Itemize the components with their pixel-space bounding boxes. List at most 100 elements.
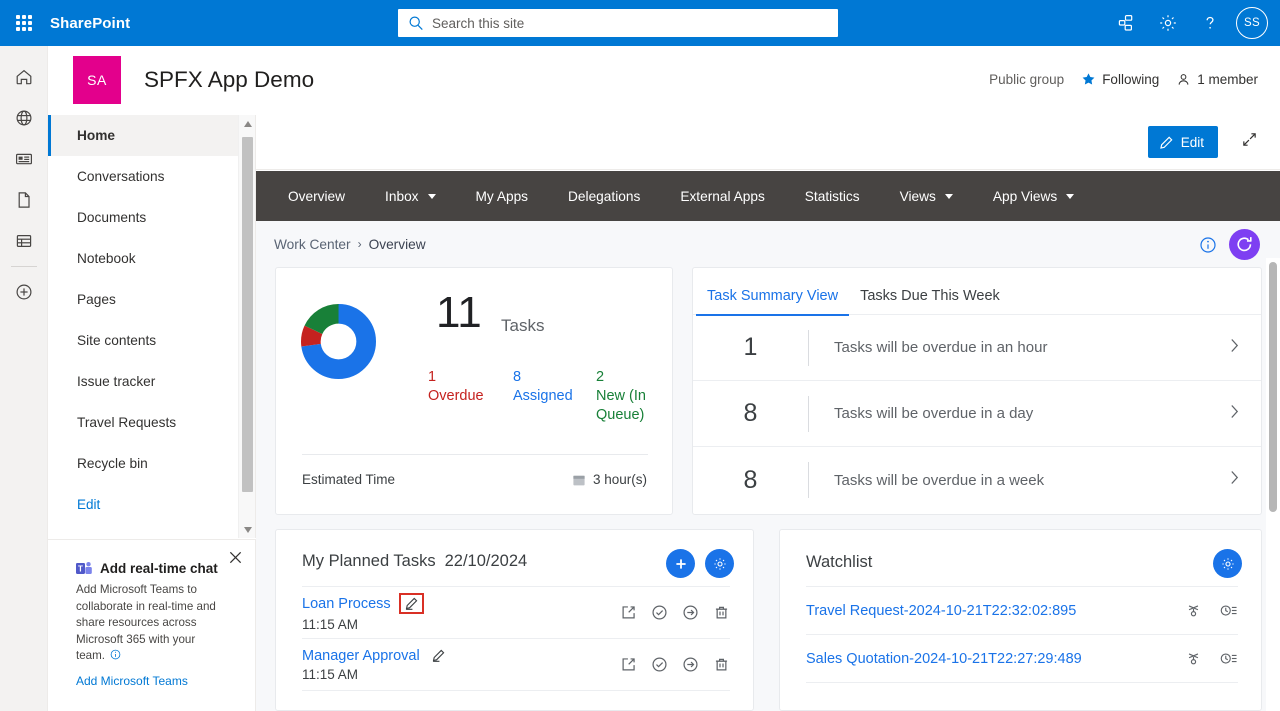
estimated-time-value-row: 3 hour(s) [572, 472, 647, 487]
page-scrollbar[interactable] [1266, 258, 1280, 711]
globe-icon[interactable] [0, 97, 48, 138]
tab-views[interactable]: Views [880, 171, 973, 221]
sidebar-item-site-contents[interactable]: Site contents [48, 320, 255, 361]
sidebar-item-conversations[interactable]: Conversations [48, 156, 255, 197]
history-icon[interactable] [1220, 602, 1238, 619]
forward-circle-icon[interactable] [682, 604, 699, 621]
open-in-new-icon[interactable] [620, 656, 637, 673]
summary-text: Tasks will be overdue in a week [834, 471, 1045, 489]
summary-count: 8 [743, 465, 758, 494]
gear-icon[interactable] [1148, 0, 1188, 46]
edit-button[interactable]: Edit [1147, 126, 1218, 158]
tab-delegations[interactable]: Delegations [548, 171, 660, 221]
close-icon[interactable] [228, 550, 243, 570]
sidebar-item-pages[interactable]: Pages [48, 279, 255, 320]
tab-external-apps[interactable]: External Apps [660, 171, 784, 221]
summary-row-hour[interactable]: 1 Tasks will be overdue in an hour [693, 315, 1261, 381]
sidebar-item-documents[interactable]: Documents [48, 197, 255, 238]
pencil-icon [432, 649, 445, 662]
breadcrumb-root[interactable]: Work Center [274, 237, 351, 252]
following-button[interactable]: Following [1081, 72, 1159, 87]
trash-icon[interactable] [713, 604, 730, 621]
sidebar-item-notebook[interactable]: Notebook [48, 238, 255, 279]
add-task-button[interactable] [666, 549, 695, 578]
edit-button-label: Edit [1180, 134, 1204, 150]
page-scroll-thumb[interactable] [1269, 262, 1277, 512]
check-circle-icon[interactable] [651, 604, 668, 621]
site-navigation: Home Conversations Documents Notebook Pa… [48, 115, 256, 538]
news-icon[interactable] [0, 138, 48, 179]
sidebar-item-home[interactable]: Home [48, 115, 255, 156]
summary-row-week[interactable]: 8 Tasks will be overdue in a week [693, 447, 1261, 513]
sidebar-item-recycle-bin[interactable]: Recycle bin [48, 443, 255, 484]
tab-overview[interactable]: Overview [268, 171, 365, 221]
tab-inbox[interactable]: Inbox [365, 171, 455, 221]
tab-task-summary-view[interactable]: Task Summary View [696, 277, 850, 316]
help-icon[interactable] [1190, 0, 1230, 46]
tab-tasks-due-this-week[interactable]: Tasks Due This Week [849, 277, 1011, 315]
chevron-right-icon[interactable] [1230, 338, 1261, 358]
task-edit-icon[interactable] [431, 648, 446, 663]
watchlist-card: Watchlist Travel Request-2024-10-21T22:3… [779, 529, 1262, 711]
nav-edit-link[interactable]: Edit [48, 484, 255, 524]
summary-count: 1 [743, 333, 758, 361]
summary-row-day[interactable]: 8 Tasks will be overdue in a day [693, 381, 1261, 447]
document-icon[interactable] [0, 179, 48, 220]
check-circle-icon[interactable] [651, 656, 668, 673]
watchlist-actions [1185, 602, 1238, 619]
expand-icon[interactable] [1241, 131, 1258, 153]
tab-app-views[interactable]: App Views [973, 171, 1094, 221]
plus-icon[interactable] [0, 271, 48, 312]
task-name-link[interactable]: Manager Approval [302, 648, 420, 664]
stat-assigned[interactable]: 8 Assigned [513, 368, 583, 406]
nav-scrollbar[interactable] [238, 115, 255, 538]
task-donut-chart [301, 304, 376, 379]
tab-my-apps[interactable]: My Apps [456, 171, 549, 221]
chevron-down-icon [1066, 193, 1075, 199]
stat-new-in-queue[interactable]: 2 New (In Queue) [596, 368, 654, 425]
workflow-icon[interactable] [1185, 650, 1202, 667]
sharepoint-brand[interactable]: SharePoint [50, 15, 130, 32]
task-edit-icon[interactable] [398, 593, 424, 614]
stat-overdue[interactable]: 1 Overdue [428, 368, 488, 406]
forward-circle-icon[interactable] [682, 656, 699, 673]
scroll-up-icon[interactable] [239, 115, 256, 132]
watchlist-item-link[interactable]: Sales Quotation-2024-10-21T22:27:29:489 [806, 651, 1082, 667]
refresh-icon[interactable] [1229, 229, 1260, 260]
nav-scroll-thumb[interactable] [242, 137, 253, 492]
sidebar-item-travel-requests[interactable]: Travel Requests [48, 402, 255, 443]
chevron-down-icon [427, 193, 436, 199]
tab-label: Views [899, 188, 936, 204]
list-icon[interactable] [0, 220, 48, 261]
diagram-icon[interactable] [1106, 0, 1146, 46]
tab-statistics[interactable]: Statistics [785, 171, 880, 221]
sidebar-item-issue-tracker[interactable]: Issue tracker [48, 361, 255, 402]
chevron-right-icon[interactable] [1230, 470, 1261, 490]
search-input[interactable] [432, 15, 828, 31]
info-circle-icon[interactable] [1199, 236, 1217, 254]
avatar[interactable]: SS [1236, 7, 1268, 39]
chevron-right-icon[interactable] [1230, 404, 1261, 424]
info-icon[interactable] [110, 649, 121, 660]
teams-icon: T [76, 561, 93, 576]
history-icon[interactable] [1220, 650, 1238, 667]
nav-list: Home Conversations Documents Notebook Pa… [48, 115, 255, 524]
trash-icon[interactable] [713, 656, 730, 673]
nav-label: Pages [77, 292, 116, 307]
workflow-icon[interactable] [1185, 602, 1202, 619]
home-icon[interactable] [0, 56, 48, 97]
site-logo: SA [73, 56, 121, 104]
watchlist-settings-button[interactable] [1213, 549, 1242, 578]
app-launcher-icon[interactable] [0, 0, 48, 46]
open-in-new-icon[interactable] [620, 604, 637, 621]
add-teams-link[interactable]: Add Microsoft Teams [76, 674, 237, 688]
estimated-time-value: 3 hour(s) [592, 472, 647, 487]
scroll-down-icon[interactable] [239, 521, 256, 538]
members-button[interactable]: 1 member [1176, 72, 1258, 87]
watchlist-item-link[interactable]: Travel Request-2024-10-21T22:32:02:895 [806, 603, 1076, 619]
search-box[interactable] [398, 9, 838, 37]
planned-settings-button[interactable] [705, 549, 734, 578]
nav-label: Site contents [77, 333, 157, 348]
task-name-link[interactable]: Loan Process [302, 596, 391, 612]
promo-body: Add Microsoft Teams to collaborate in re… [76, 582, 226, 665]
